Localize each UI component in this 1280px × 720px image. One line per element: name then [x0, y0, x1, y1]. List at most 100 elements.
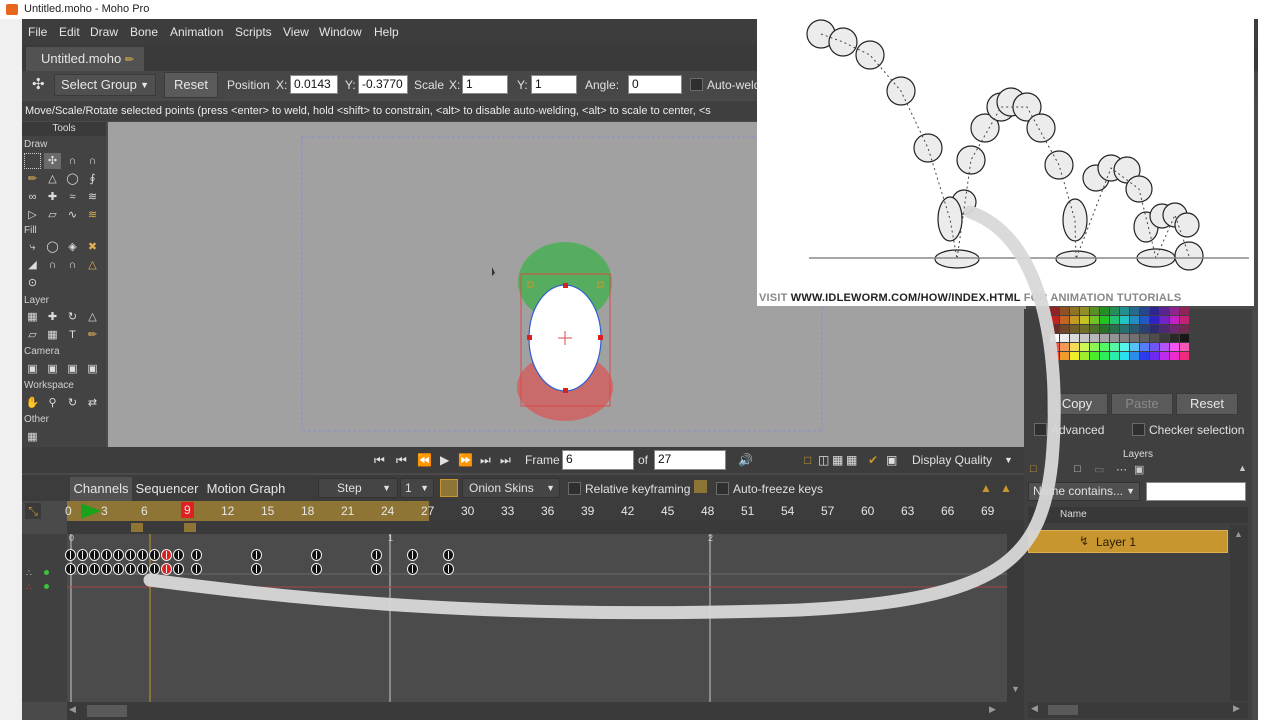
color-swatch[interactable] [1090, 325, 1099, 333]
tab-motion-graph[interactable]: Motion Graph [202, 477, 290, 501]
color-swatch[interactable] [1120, 352, 1129, 360]
scroll-down-icon[interactable]: ▼ [1011, 684, 1020, 694]
keyframe[interactable] [113, 549, 124, 561]
color-swatch[interactable] [1070, 325, 1079, 333]
color-swatch[interactable] [1070, 334, 1079, 342]
color-swatch[interactable] [1130, 343, 1139, 351]
color-swatches[interactable] [1050, 307, 1198, 361]
color-swatch[interactable] [1060, 343, 1069, 351]
step-back-icon[interactable]: ⏪ [417, 451, 432, 469]
color-swatch[interactable] [1180, 316, 1189, 324]
scroll-right-icon[interactable]: ▶ [989, 704, 996, 715]
menu-draw[interactable]: Draw [90, 19, 118, 45]
color-swatch[interactable] [1060, 334, 1069, 342]
color-swatch[interactable] [1100, 352, 1109, 360]
delete-edge-icon[interactable]: ▷ [24, 207, 41, 223]
keyframe[interactable] [89, 563, 100, 575]
duplicate-layer-icon[interactable]: □ [1074, 463, 1081, 475]
color-swatch[interactable] [1110, 316, 1119, 324]
position-x-field[interactable]: 0.0143 [290, 75, 338, 94]
keyframe[interactable] [371, 549, 382, 561]
color-swatch[interactable] [1090, 307, 1099, 315]
relative-keyframing-checkbox[interactable] [568, 482, 581, 495]
scroll-thumb[interactable] [1048, 705, 1078, 715]
view-grid-icon[interactable]: ▦ [846, 451, 857, 469]
menu-view[interactable]: View [283, 19, 309, 45]
layers-vscrollbar[interactable]: ▲ [1230, 525, 1248, 701]
color-swatch[interactable] [1150, 334, 1159, 342]
color-swatch[interactable] [1150, 343, 1159, 351]
text-tool-icon[interactable]: T [64, 327, 81, 343]
color-swatch[interactable] [1160, 316, 1169, 324]
view-split-icon[interactable]: ◫ [818, 451, 829, 469]
keyframe[interactable] [173, 549, 184, 561]
tab-untitled[interactable]: Untitled.moho ✏ [26, 47, 144, 71]
timeline-hscrollbar[interactable]: ◀ ▶ [67, 702, 1007, 720]
crop-icon[interactable]: ▣ [886, 451, 897, 469]
keyframe[interactable] [173, 563, 184, 575]
color-swatch[interactable] [1100, 316, 1109, 324]
menu-edit[interactable]: Edit [59, 19, 80, 45]
color-swatch[interactable] [1150, 325, 1159, 333]
color-swatch[interactable] [1060, 325, 1069, 333]
line-width-icon[interactable]: ◢ [24, 257, 41, 273]
keyframe[interactable] [65, 549, 76, 561]
keyframe[interactable] [443, 563, 454, 575]
color-swatch[interactable] [1160, 307, 1169, 315]
camera-zoom-icon[interactable]: ▣ [44, 361, 61, 377]
auto-freeze-checkbox[interactable] [716, 482, 729, 495]
keyframe[interactable] [311, 549, 322, 561]
keyframe[interactable] [191, 549, 202, 561]
color-swatch[interactable] [1050, 307, 1059, 315]
color-swatch[interactable] [1140, 307, 1149, 315]
new-layer-icon[interactable]: □ [1030, 463, 1037, 475]
shear-layer-icon[interactable]: ▱ [24, 327, 41, 343]
color-swatch[interactable] [1080, 325, 1089, 333]
scale-layer-icon[interactable]: △ [84, 309, 101, 325]
color-swatch[interactable] [1080, 343, 1089, 351]
scroll-thumb[interactable] [87, 705, 127, 717]
color-swatch[interactable] [1170, 334, 1179, 342]
color-swatch[interactable] [1070, 343, 1079, 351]
magnet-tool-icon[interactable]: ≈ [64, 189, 81, 205]
orbit-icon[interactable]: ⇄ [84, 395, 101, 411]
shear-icon[interactable]: ∿ [64, 207, 81, 223]
first-frame-icon[interactable]: ⏮ [396, 451, 407, 469]
keyframe[interactable] [407, 563, 418, 575]
menu-help[interactable]: Help [374, 19, 399, 45]
rewind-icon[interactable]: ⏮ [374, 451, 385, 469]
color-swatch[interactable] [1110, 307, 1119, 315]
display-quality-label[interactable]: Display Quality [912, 451, 992, 469]
color-swatch[interactable] [1130, 307, 1139, 315]
curve-profile-icon[interactable]: △ [84, 257, 101, 273]
position-y-field[interactable]: -0.3770 [358, 75, 408, 94]
reset-button[interactable]: Reset [164, 72, 218, 98]
color-swatch[interactable] [1110, 343, 1119, 351]
color-swatch[interactable] [1060, 316, 1069, 324]
selected-keyframe[interactable] [161, 563, 172, 575]
frame-ruler[interactable]: 0 3 6 9 12 15 18 21 24 27 30 33 36 39 42 45 48 51 54 57 60 63… [65, 501, 1027, 521]
menu-file[interactable]: File [28, 19, 47, 45]
color-swatch[interactable] [1170, 307, 1179, 315]
color-swatch[interactable] [1060, 307, 1069, 315]
keyframe-options-icon[interactable] [694, 480, 707, 493]
step-value-dropdown[interactable]: 1 ▼ [400, 478, 434, 498]
onion-skin-toggle-icon[interactable] [440, 479, 458, 497]
more-icon[interactable]: ⋯ [1116, 463, 1127, 476]
camera-track-icon[interactable]: ▣ [24, 361, 41, 377]
view-quad-icon[interactable]: ▦ [832, 451, 843, 469]
eyedropper-icon[interactable]: ⊙ [24, 275, 41, 291]
color-swatch[interactable] [1110, 334, 1119, 342]
keyframe[interactable] [443, 549, 454, 561]
keyframe[interactable] [407, 549, 418, 561]
onion-skins-dropdown[interactable]: Onion Skins ▼ [462, 478, 560, 498]
select-points-tool-icon[interactable] [24, 153, 41, 169]
scroll-left-icon[interactable]: ◀ [69, 704, 76, 715]
color-swatch[interactable] [1100, 334, 1109, 342]
menu-scripts[interactable]: Scripts [235, 19, 272, 45]
step-forward-icon[interactable]: ⏩ [458, 451, 473, 469]
color-swatch[interactable] [1180, 325, 1189, 333]
advanced-checkbox[interactable] [1034, 423, 1047, 436]
keyframe[interactable] [125, 563, 136, 575]
expand-icon[interactable]: ▲ [1000, 479, 1012, 497]
